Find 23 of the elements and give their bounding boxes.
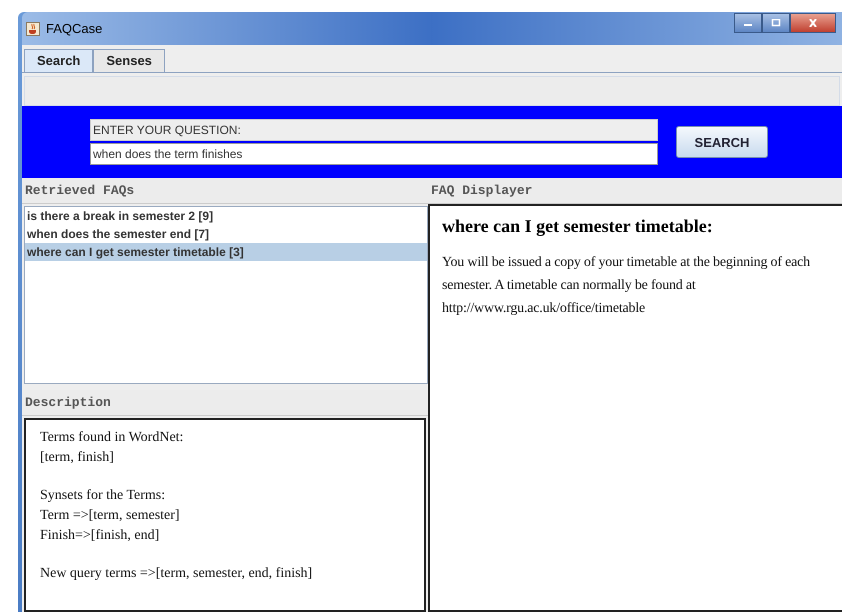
question-field[interactable]: when does the term finishes xyxy=(90,143,658,165)
faq-item[interactable]: is there a break in semester 2 [9] xyxy=(25,207,427,225)
minimize-button[interactable] xyxy=(734,12,762,32)
faq-item[interactable]: when does the semester end [7] xyxy=(25,225,427,243)
maximize-button[interactable] xyxy=(762,12,790,32)
faq-question: where can I get semester timetable: xyxy=(442,216,714,237)
search-button[interactable]: SEARCH xyxy=(676,126,768,158)
faq-item[interactable]: where can I get semester timetable [3] xyxy=(25,243,427,261)
description-line: Synsets for the Terms: xyxy=(40,487,166,505)
description-line: Finish=>[finish, end] xyxy=(40,527,160,545)
faq-answer: You will be issued a copy of your timetable at the beginning of each semester. A timetable can normally be found at http://www.rgu.ac.uk/office/timetable xyxy=(442,254,811,318)
description-line: Term =>[term, semester] xyxy=(40,507,181,525)
maximize-icon xyxy=(771,18,781,26)
close-button[interactable] xyxy=(790,12,836,32)
description-line: [term, finish] xyxy=(40,449,115,467)
tab[interactable]: Search xyxy=(24,49,94,72)
window-title: FAQCase xyxy=(46,21,102,36)
close-icon xyxy=(808,18,818,26)
description-line: New query terms =>[term, semester, end, finish] xyxy=(40,565,314,583)
description-line: Terms found in WordNet: xyxy=(40,429,184,447)
question-label: ENTER YOUR QUESTION: xyxy=(90,119,658,141)
java-cup-icon xyxy=(26,22,40,36)
tab[interactable]: Senses xyxy=(93,49,165,72)
